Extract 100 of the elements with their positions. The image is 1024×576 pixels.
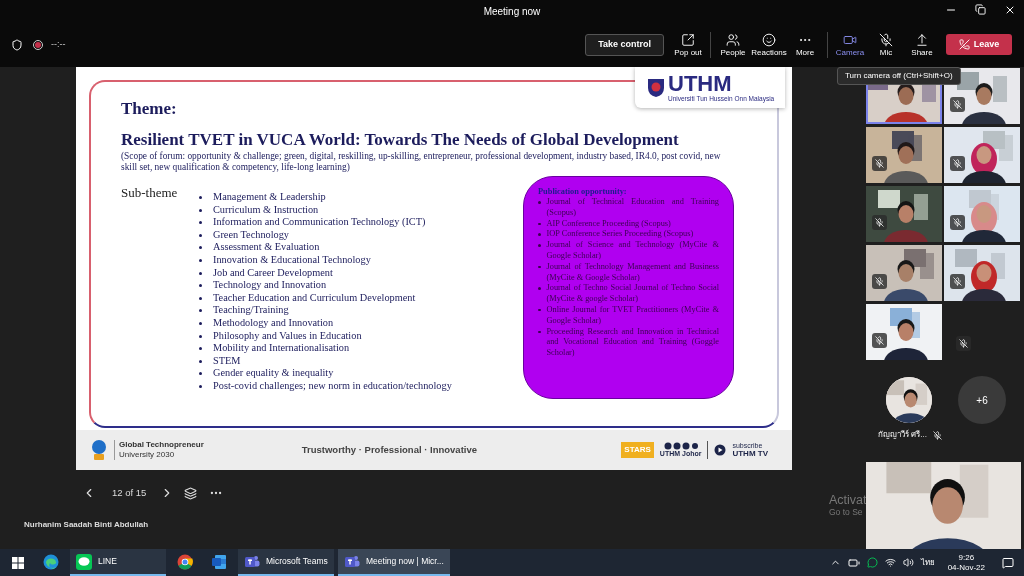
more-participants-button[interactable]: +6 — [958, 376, 1006, 424]
bullet-icon — [199, 208, 202, 212]
bullet-icon — [199, 321, 202, 325]
activation-title: Activat — [829, 493, 866, 507]
bullet-icon — [538, 287, 541, 290]
sub-theme-item: Post-covid challenges; new norm in education/technology — [213, 379, 452, 393]
sub-theme-item: Curriculum & Instruction — [213, 203, 319, 217]
publication-item: Journal of Science and Technology (MyCite & Google Scholar) — [546, 240, 719, 262]
people-icon — [726, 32, 740, 47]
presenter-name: Nurhanim Saadah Binti Abdullah — [24, 519, 150, 531]
sub-theme-item: Job and Career Development — [213, 266, 333, 280]
sub-theme-item: Management & Leadership — [213, 191, 326, 204]
sub-theme-item: Assessment & Evaluation — [213, 241, 320, 254]
publication-item: Online Journal for TVET Practitioners (MyCite & Google Scholar) — [546, 304, 719, 327]
avatar[interactable] — [886, 377, 932, 423]
crest-icon — [647, 77, 665, 98]
slide-counter: 12 of 15 — [112, 485, 147, 500]
share-button[interactable]: Share — [904, 32, 940, 57]
bullet-icon — [199, 221, 202, 225]
sub-theme-item: Teacher Education and Curriculum Development — [213, 291, 416, 305]
play-icon — [714, 444, 727, 456]
bullet-icon — [199, 334, 202, 338]
battery-icon[interactable] — [847, 556, 860, 569]
sub-theme-item: STEM — [213, 354, 241, 368]
taskbar-app[interactable]: Meeting now | Micr... — [338, 549, 450, 576]
take-control-button[interactable]: Take control — [585, 33, 664, 56]
start-icon[interactable] — [12, 556, 24, 569]
close-icon[interactable] — [1004, 4, 1016, 16]
camera-button[interactable]: Camera — [832, 32, 868, 57]
bullet-icon — [199, 246, 202, 250]
bullet-icon — [199, 284, 202, 288]
bullet-icon — [199, 347, 202, 351]
sub-theme-item: Technology and Innovation — [213, 279, 327, 292]
publication-item: Proceeding Research and Innovation in Technical and Vocational Education and Training (Goggle Scholar) — [546, 326, 719, 359]
bullet-icon — [199, 384, 202, 388]
bullet-icon — [538, 244, 541, 247]
theme-label: Theme: — [121, 98, 177, 120]
sub-theme-item: Methodology and Innovation — [213, 316, 334, 330]
mic-button[interactable]: Mic — [868, 32, 904, 57]
social-icons-drawing — [663, 442, 698, 450]
pop-out-button[interactable]: Pop out — [670, 32, 706, 57]
mic-muted-icon — [879, 32, 893, 47]
slide-title: Resilient TVET in VUCA World: Towards The Needs of Global Development — [121, 130, 680, 150]
meeting-timer: --:-- — [51, 37, 66, 51]
bullet-icon — [199, 271, 202, 275]
shield-icon[interactable] — [11, 38, 23, 51]
publication-item: Journal of Techno Social Journal of Techno Social (MyCite & google Scholar) — [546, 283, 719, 305]
reactions-button[interactable]: Reactions — [751, 32, 787, 57]
publication-item: AIP Conference Proceeding (Scopus) — [546, 218, 671, 230]
brand-subtitle: University 2030 — [119, 450, 176, 460]
notifications-icon[interactable] — [1002, 556, 1014, 569]
sub-theme-item: Teaching/Training — [213, 304, 289, 317]
bullet-icon — [538, 201, 541, 204]
publication-item: Journal of Technical Education and Training (Scopus) — [546, 197, 719, 219]
wifi-icon[interactable] — [884, 557, 896, 568]
sub-theme-item: Philosophy and Values in Education — [213, 329, 362, 343]
brand-title: Global Technopreneur — [119, 440, 204, 450]
bullet-icon — [199, 296, 202, 300]
clock-date[interactable]: 04-Nov-22 — [947, 562, 985, 573]
share-icon — [915, 32, 929, 47]
bullet-icon — [538, 222, 541, 226]
activation-hint: Go to Se — [829, 507, 864, 518]
scope-text: (Scope of forum: opportunity & challenge; green, digital, reskilling, up-skilling, entrepreneur, professional development, industry based, IR4.0, post covid, new skill set, new qualification & competency, life-long learning) — [121, 151, 722, 173]
slide-motto: Trustworthy · Professional · Innovative — [301, 442, 477, 457]
people-button[interactable]: People — [715, 32, 751, 57]
clock-time[interactable]: 9:26 — [958, 552, 975, 563]
sub-theme-label: Sub-theme — [121, 184, 179, 202]
bullet-icon — [199, 372, 202, 376]
slides-overview-icon[interactable] — [184, 486, 198, 500]
window-title: Meeting now — [483, 4, 541, 19]
language-indicator[interactable]: ไทย — [920, 556, 935, 569]
chat-app-icon — [76, 553, 92, 570]
browser-icon[interactable] — [43, 553, 59, 570]
publication-item: IOP Conference Series Proceeding (Scopus) — [546, 229, 694, 241]
bullet-icon — [199, 359, 202, 363]
tooltip: Turn camera off (Ctrl+Shift+O) — [837, 67, 961, 85]
leave-button[interactable]: Leave — [946, 34, 1012, 55]
browser-icon[interactable] — [177, 553, 193, 570]
restore-icon[interactable] — [975, 4, 986, 15]
bullet-icon — [199, 309, 202, 313]
publication-item: Journal of Technology Management and Business (MyCite & Google Scholar) — [546, 261, 719, 284]
volume-icon[interactable] — [902, 557, 914, 568]
document-app-icon[interactable] — [211, 553, 227, 570]
chat-tray-icon[interactable] — [866, 557, 878, 568]
sub-theme-item: Gender equality & inequality — [213, 367, 334, 380]
sub-theme-item: Green Technology — [213, 228, 289, 242]
bullet-icon — [538, 233, 541, 236]
taskbar-app[interactable]: Microsoft Teams — [238, 549, 334, 576]
smiley-icon — [762, 32, 776, 47]
participant-name: กัญญาวีร์ ศรี... — [878, 429, 927, 441]
logo-name: UTHM — [668, 72, 733, 95]
bullet-icon — [538, 265, 541, 269]
teams-icon — [244, 553, 260, 570]
more-button[interactable]: More — [787, 32, 823, 57]
bullet-icon — [199, 196, 202, 199]
taskbar-app[interactable]: LINE — [70, 549, 166, 576]
stars-badge: STARS — [621, 442, 654, 458]
phone-icon — [958, 39, 970, 50]
bullet-icon — [538, 308, 541, 312]
bullet-icon — [538, 330, 541, 334]
